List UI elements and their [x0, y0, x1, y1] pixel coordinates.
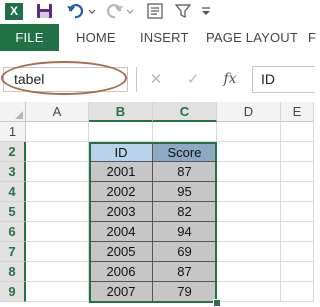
cell-e1[interactable] [281, 122, 314, 142]
row-header-7[interactable]: 7 [0, 242, 26, 262]
table-cell-id[interactable]: 2007 [89, 282, 153, 302]
quick-access-toolbar: X [0, 0, 314, 24]
cell-d4[interactable] [217, 182, 281, 202]
table-cell-score[interactable]: 94 [153, 222, 217, 242]
cell-d3[interactable] [217, 162, 281, 182]
redo-icon[interactable] [104, 2, 124, 22]
cell-e4[interactable] [281, 182, 314, 202]
row-header-9[interactable]: 9 [0, 282, 26, 302]
tab-home[interactable]: HOME [76, 24, 116, 51]
filter-icon[interactable] [174, 2, 194, 22]
row-header-2[interactable]: 2 [0, 142, 26, 162]
cell-d2[interactable] [217, 142, 281, 162]
table-cell-id[interactable]: 2003 [89, 202, 153, 222]
cell-e7[interactable] [281, 242, 314, 262]
cell-a1[interactable] [26, 122, 89, 142]
table-cell-id[interactable]: 2004 [89, 222, 153, 242]
cell-e6[interactable] [281, 222, 314, 242]
cell-e9[interactable] [281, 282, 314, 302]
table-cell-id[interactable]: 2002 [89, 182, 153, 202]
cell-d7[interactable] [217, 242, 281, 262]
cell-a4[interactable] [26, 182, 89, 202]
row-header-3[interactable]: 3 [0, 162, 26, 182]
table-cell-id[interactable]: 2001 [89, 162, 153, 182]
cell-d6[interactable] [217, 222, 281, 242]
column-header-d[interactable]: D [217, 102, 281, 122]
formula-separator [136, 67, 137, 92]
row-header-5[interactable]: 5 [0, 202, 26, 222]
table-cell-score[interactable]: 87 [153, 262, 217, 282]
tab-file[interactable]: FILE [0, 24, 59, 51]
ribbon-tabs: FILE HOME INSERT PAGE LAYOUT F [0, 24, 316, 52]
cell-b1[interactable] [89, 122, 153, 142]
cell-d9[interactable] [217, 282, 281, 302]
formula-input[interactable]: ID [252, 66, 315, 93]
undo-dropdown-icon[interactable] [88, 2, 96, 22]
enter-icon[interactable]: ✓ [180, 67, 206, 92]
row-header-4[interactable]: 4 [0, 182, 26, 202]
column-header-e[interactable]: E [281, 102, 314, 122]
column-header-b[interactable]: B [89, 102, 153, 122]
cell-a3[interactable] [26, 162, 89, 182]
worksheet-grid[interactable]: A B C D E 1 2 3 4 5 6 7 8 9 ID Score 200… [0, 102, 314, 306]
tab-page-layout[interactable]: PAGE LAYOUT [206, 24, 298, 51]
excel-logo-icon: X [5, 3, 23, 20]
form-icon[interactable] [146, 2, 166, 22]
table-cell-score[interactable]: 87 [153, 162, 217, 182]
cell-a9[interactable] [26, 282, 89, 302]
table-cell-score[interactable]: 79 [153, 282, 217, 302]
redo-dropdown-icon[interactable] [126, 2, 134, 22]
table-cell-score[interactable]: 69 [153, 242, 217, 262]
select-all-button[interactable] [0, 102, 26, 122]
cell-d5[interactable] [217, 202, 281, 222]
cell-e8[interactable] [281, 262, 314, 282]
tab-formulas-partial[interactable]: F [308, 24, 316, 51]
table-cell-id[interactable]: 2006 [89, 262, 153, 282]
column-header-c[interactable]: C [153, 102, 217, 122]
customize-toolbar-icon[interactable] [201, 2, 211, 22]
table-cell-score[interactable]: 82 [153, 202, 217, 222]
cell-d1[interactable] [217, 122, 281, 142]
cell-a2[interactable] [26, 142, 89, 162]
cell-e2[interactable] [281, 142, 314, 162]
cell-d8[interactable] [217, 262, 281, 282]
cell-c1[interactable] [153, 122, 217, 142]
undo-icon[interactable] [66, 2, 86, 22]
cancel-icon[interactable]: ✕ [143, 67, 169, 92]
row-header-8[interactable]: 8 [0, 262, 26, 282]
table-cell-id[interactable]: 2005 [89, 242, 153, 262]
cell-e5[interactable] [281, 202, 314, 222]
select-all-triangle-icon [15, 111, 23, 119]
cell-a5[interactable] [26, 202, 89, 222]
table-header-score[interactable]: Score [153, 142, 217, 162]
cell-e3[interactable] [281, 162, 314, 182]
insert-function-icon[interactable]: fx [217, 67, 243, 92]
table-cell-score[interactable]: 95 [153, 182, 217, 202]
row-header-6[interactable]: 6 [0, 222, 26, 242]
save-icon[interactable] [36, 2, 54, 22]
cell-a6[interactable] [26, 222, 89, 242]
table-header-id[interactable]: ID [89, 142, 153, 162]
column-header-a[interactable]: A [26, 102, 89, 122]
tab-insert[interactable]: INSERT [140, 24, 189, 51]
row-header-1[interactable]: 1 [0, 122, 26, 142]
formula-content: ID [261, 71, 275, 87]
highlight-annotation [1, 61, 127, 95]
cell-a8[interactable] [26, 262, 89, 282]
cell-a7[interactable] [26, 242, 89, 262]
